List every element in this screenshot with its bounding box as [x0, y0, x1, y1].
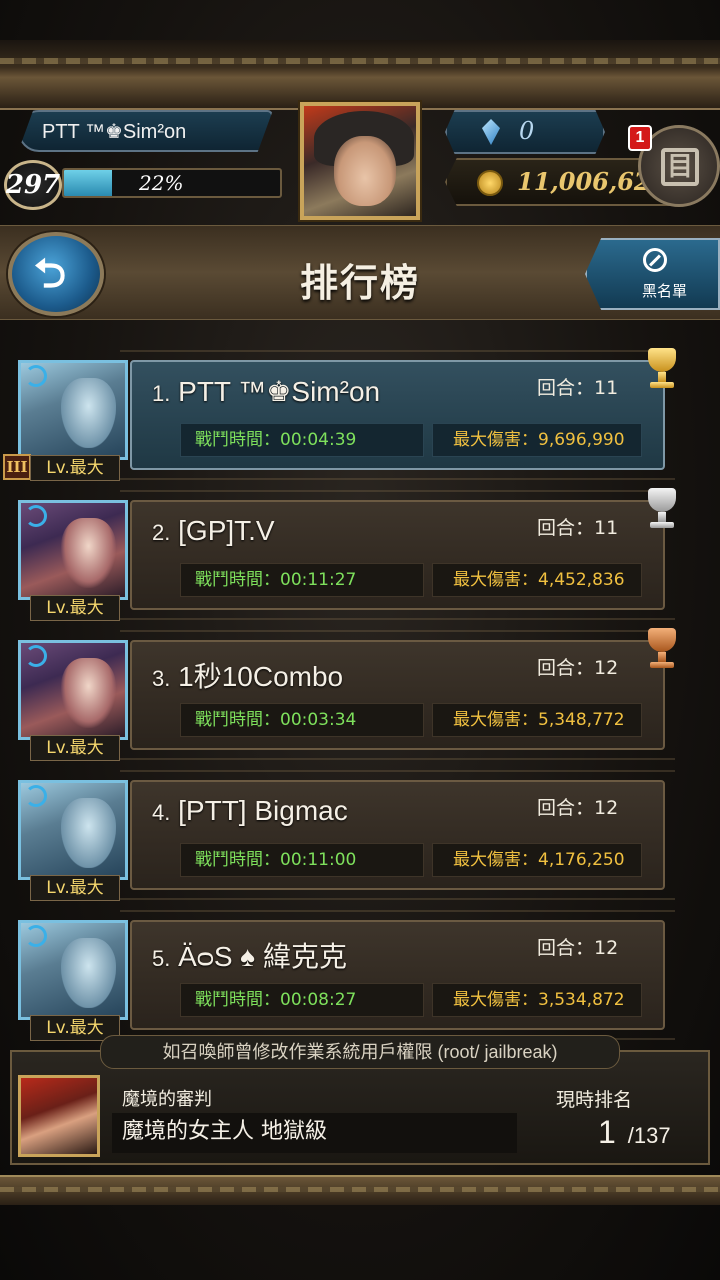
ranking-row[interactable]: Lv.最大 4. [PTT] Bigmac 回合：12 戰鬥時間：00:11:0… [0, 760, 720, 901]
water-element-icon [25, 505, 47, 527]
gem-value: 0 [519, 117, 535, 145]
root-warning: 如召喚師曾修改作業系統用戶權限 (root/ jailbreak) [100, 1035, 620, 1069]
battle-time: 戰鬥時間：00:11:00 [180, 843, 424, 877]
stage-boss-thumbnail [18, 1075, 100, 1157]
blacklist-button[interactable]: 黑名單 [585, 238, 720, 310]
water-element-icon [25, 645, 47, 667]
rank-number: 5. [152, 946, 171, 971]
water-element-icon [25, 925, 47, 947]
entry-name: [PTT] Bigmac [178, 795, 348, 826]
water-element-icon [25, 365, 47, 387]
rank-number: 4. [152, 800, 171, 825]
turns-count: 回合：11 [537, 377, 619, 399]
coin-value: 11,006,62 [517, 167, 651, 196]
rank-number: 1. [152, 381, 171, 406]
exp-percent: 22% [139, 171, 184, 195]
entry-name: [GP]T.V [178, 515, 275, 546]
bronze-trophy-icon [642, 628, 682, 676]
gem-counter[interactable]: 0 [445, 110, 605, 154]
max-damage: 最大傷害：4,452,836 [432, 563, 642, 597]
rank-number: 3. [152, 666, 171, 691]
level-tag: Lv.最大 [30, 735, 120, 761]
back-button[interactable]: ⮌ [8, 232, 104, 316]
card-figure [61, 658, 116, 728]
avatar-face [334, 136, 396, 206]
current-rank-value: 1 [598, 1114, 616, 1150]
card-figure [61, 938, 116, 1008]
leader-card-thumbnail[interactable] [18, 920, 128, 1020]
max-damage: 最大傷害：4,176,250 [432, 843, 642, 877]
level-tag: Lv.最大 [30, 595, 120, 621]
turns-count: 回合：12 [537, 937, 619, 959]
turns-count: 回合：11 [537, 517, 619, 539]
leader-card-thumbnail[interactable] [18, 640, 128, 740]
back-arrow-icon: ⮌ [34, 251, 67, 297]
exp-bar: 22% [62, 168, 282, 198]
page-title: 排行榜 [299, 261, 420, 305]
silver-trophy-icon [642, 488, 682, 536]
card-figure [61, 518, 116, 588]
ranking-row[interactable]: Lv.最大 2. [GP]T.V 回合：11 戰鬥時間：00:11:27 最大傷… [0, 480, 720, 621]
coin-icon [477, 170, 503, 196]
mail-badge: 1 [628, 125, 652, 151]
player-entry-name: 5. ÄᴑS ♠ 緯克克 [152, 935, 347, 975]
battle-time: 戰鬥時間：00:11:27 [180, 563, 424, 597]
water-element-icon [25, 785, 47, 807]
player-name: PTT ™♚Sim²on [42, 120, 187, 143]
player-entry-name: 2. [GP]T.V [152, 515, 275, 547]
level-tag: Lv.最大 [30, 455, 120, 481]
stage-name: 魔境的女主人 地獄級 [112, 1113, 517, 1153]
rank-total: /137 [627, 1123, 671, 1148]
card-figure [61, 378, 116, 448]
entry-name: PTT ™♚Sim²on [178, 376, 381, 407]
turns-count: 回合：12 [537, 797, 619, 819]
blacklist-label: 黑名單 [641, 282, 687, 300]
card-figure [61, 798, 116, 868]
bottom-ornate-frame [0, 1175, 720, 1205]
block-icon [643, 248, 667, 272]
max-damage: 最大傷害：3,534,872 [432, 983, 642, 1017]
max-damage: 最大傷害：5,348,772 [432, 703, 642, 737]
top-ornate-frame [0, 40, 720, 110]
ranking-row[interactable]: Lv.最大 5. ÄᴑS ♠ 緯克克 回合：12 戰鬥時間：00:08:27 最… [0, 900, 720, 1041]
battle-time: 戰鬥時間：00:08:27 [180, 983, 424, 1017]
rank-badge: III [3, 454, 31, 480]
turns-count: 回合：12 [537, 657, 619, 679]
ranking-row[interactable]: Lv.最大 3. 1秒10Combo 回合：12 戰鬥時間：00:03:34 最… [0, 620, 720, 761]
battle-time: 戰鬥時間：00:04:39 [180, 423, 424, 457]
current-rank: 1/137 [598, 1114, 671, 1151]
player-avatar[interactable] [300, 102, 420, 220]
entry-name: ÄᴑS ♠ 緯克克 [178, 941, 347, 972]
leader-card-thumbnail[interactable] [18, 500, 128, 600]
level-tag: Lv.最大 [30, 875, 120, 901]
ranking-row[interactable]: III Lv.最大 1. PTT ™♚Sim²on 回合：11 戰鬥時間：00:… [0, 340, 720, 481]
entry-name: 1秒10Combo [178, 661, 344, 692]
mailbox-icon: 目 [661, 148, 699, 186]
battle-time: 戰鬥時間：00:03:34 [180, 703, 424, 737]
gem-icon [482, 119, 500, 145]
rank-number: 2. [152, 520, 171, 545]
leader-card-thumbnail[interactable] [18, 360, 128, 460]
player-name-plate[interactable]: PTT ™♚Sim²on [18, 110, 273, 152]
player-level: 297 [4, 160, 62, 210]
player-entry-name: 1. PTT ™♚Sim²on [152, 375, 380, 408]
exp-fill [64, 170, 112, 196]
gold-trophy-icon [642, 348, 682, 396]
current-rank-label: 現時排名 [556, 1089, 633, 1111]
stage-label: 魔境的審判 [122, 1089, 212, 1110]
player-entry-name: 3. 1秒10Combo [152, 655, 343, 695]
leader-card-thumbnail[interactable] [18, 780, 128, 880]
player-entry-name: 4. [PTT] Bigmac [152, 795, 348, 827]
max-damage: 最大傷害：9,696,990 [432, 423, 642, 457]
